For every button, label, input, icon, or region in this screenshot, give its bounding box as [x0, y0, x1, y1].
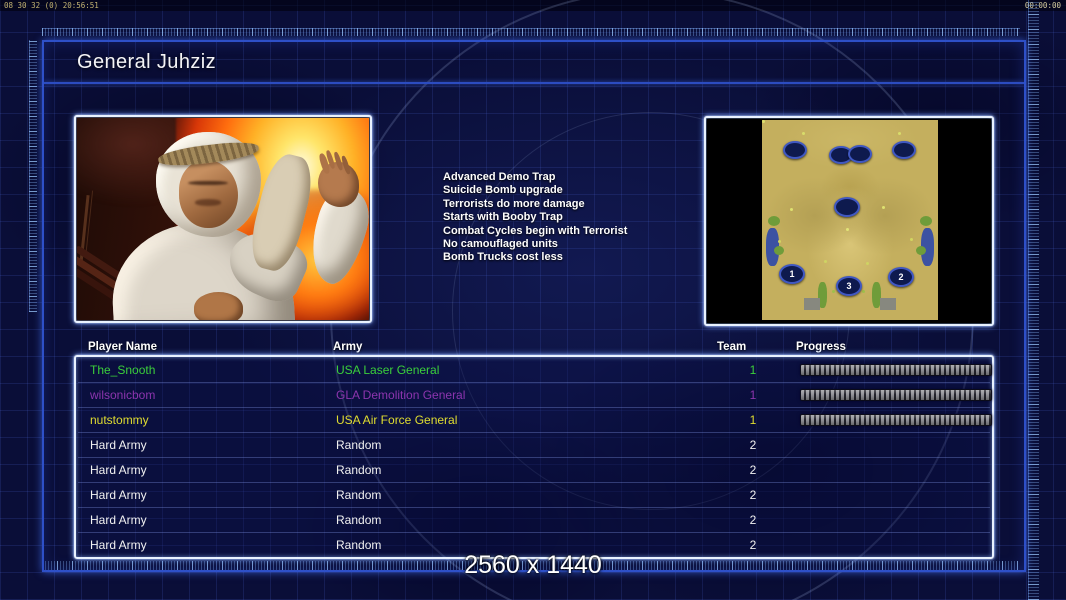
cell-army: Random	[336, 513, 382, 527]
title-divider	[44, 82, 1024, 84]
session-timer: 08 30 32 (0) 20:56:51	[4, 1, 99, 10]
cell-army: USA Laser General	[336, 363, 440, 377]
structure-block	[804, 298, 820, 310]
progress-bar	[800, 364, 992, 376]
cell-team: 2	[749, 463, 757, 477]
resolution-watermark: 2560 x 1440	[464, 551, 602, 579]
cell-player-name: Hard Army	[90, 488, 147, 502]
cell-army: Random	[336, 438, 382, 452]
table-row: Hard Army Random 2	[78, 458, 990, 483]
general-portrait	[74, 115, 372, 323]
table-row: Hard Army Random 2	[78, 433, 990, 458]
abilities-list: Advanced Demo Trap Suicide Bomb upgrade Te…	[443, 171, 693, 265]
cell-team: 1	[749, 388, 757, 402]
cell-player-name: Hard Army	[90, 513, 147, 527]
start-position-marker: 2	[888, 267, 914, 287]
vegetation-patch	[774, 246, 784, 255]
player-rows: The_Snooth USA Laser General 1 wilsonicbom G…	[78, 358, 992, 556]
status-bar: 08 30 32 (0) 20:56:51 00:00:00	[0, 0, 1066, 11]
ability-line: Terrorists do more damage	[443, 197, 585, 210]
general-head	[155, 132, 261, 238]
map-detail-dots	[762, 120, 765, 123]
cell-team: 2	[749, 438, 757, 452]
general-lower-hand	[193, 291, 244, 320]
cell-player-name: nutstommy	[90, 413, 149, 427]
column-header-player: Player Name	[88, 341, 158, 353]
cell-army: Random	[336, 463, 382, 477]
supply-dock-oval	[892, 141, 916, 159]
ability-line: Starts with Booby Trap	[443, 211, 563, 224]
ruler-right	[1028, 0, 1039, 600]
table-row: Hard Army Random 2	[78, 483, 990, 508]
column-header-progress: Progress	[796, 341, 846, 353]
cell-team: 2	[749, 538, 757, 552]
ruler-top	[42, 28, 1020, 36]
ability-line: Advanced Demo Trap	[443, 171, 556, 183]
cell-team: 1	[749, 413, 757, 427]
cell-player-name: The_Snooth	[90, 363, 156, 377]
minimap: 1 2 3	[762, 120, 938, 320]
cell-army: Random	[336, 538, 382, 552]
progress-bar	[800, 389, 992, 401]
loading-screen: 08 30 32 (0) 20:56:51 00:00:00 General J…	[0, 0, 1066, 600]
cell-player-name: Hard Army	[90, 463, 147, 477]
ability-line: Combat Cycles begin with Terrorist	[443, 224, 628, 237]
cell-army: Random	[336, 488, 382, 502]
portrait-scene	[77, 118, 369, 320]
supply-dock-oval	[783, 141, 807, 159]
vegetation-patch	[916, 246, 926, 255]
column-header-army: Army	[333, 341, 363, 353]
ruler-left	[29, 40, 37, 312]
minimap-panel: 1 2 3	[704, 116, 994, 326]
table-row: nutstommy USA Air Force General 1	[78, 408, 992, 433]
ability-line: No camouflaged units	[443, 238, 558, 251]
table-row: wilsonicbom GLA Demolition General 1	[78, 383, 992, 408]
vegetation-patch	[768, 216, 780, 226]
page-title: General Juhziz	[77, 51, 216, 73]
column-header-team: Team	[717, 341, 747, 353]
minimap-letterbox: 1 2 3	[707, 119, 991, 323]
progress-bar	[800, 414, 992, 426]
cell-player-name: Hard Army	[90, 438, 147, 452]
general-raised-hand	[317, 162, 359, 207]
table-row: The_Snooth USA Laser General 1	[78, 358, 992, 383]
supply-dock-oval	[834, 197, 860, 217]
general-face	[178, 160, 238, 228]
table-row: Hard Army Random 2	[78, 508, 990, 533]
cell-team: 2	[749, 488, 757, 502]
player-table: The_Snooth USA Laser General 1 wilsonicbom G…	[74, 355, 994, 559]
start-position-marker: 1	[779, 264, 805, 284]
ability-line: Suicide Bomb upgrade	[443, 184, 563, 197]
cell-army: USA Air Force General	[336, 413, 458, 427]
start-position-marker: 3	[836, 276, 862, 296]
structure-block	[880, 298, 896, 310]
ability-line: Bomb Trucks cost less	[443, 251, 563, 264]
cell-army: GLA Demolition General	[336, 388, 466, 402]
cell-team: 1	[749, 363, 757, 377]
cell-player-name: wilsonicbom	[90, 388, 156, 402]
vegetation-patch	[920, 216, 932, 226]
cell-team: 2	[749, 513, 757, 527]
supply-dock-oval	[848, 145, 872, 163]
cell-player-name: Hard Army	[90, 538, 147, 552]
